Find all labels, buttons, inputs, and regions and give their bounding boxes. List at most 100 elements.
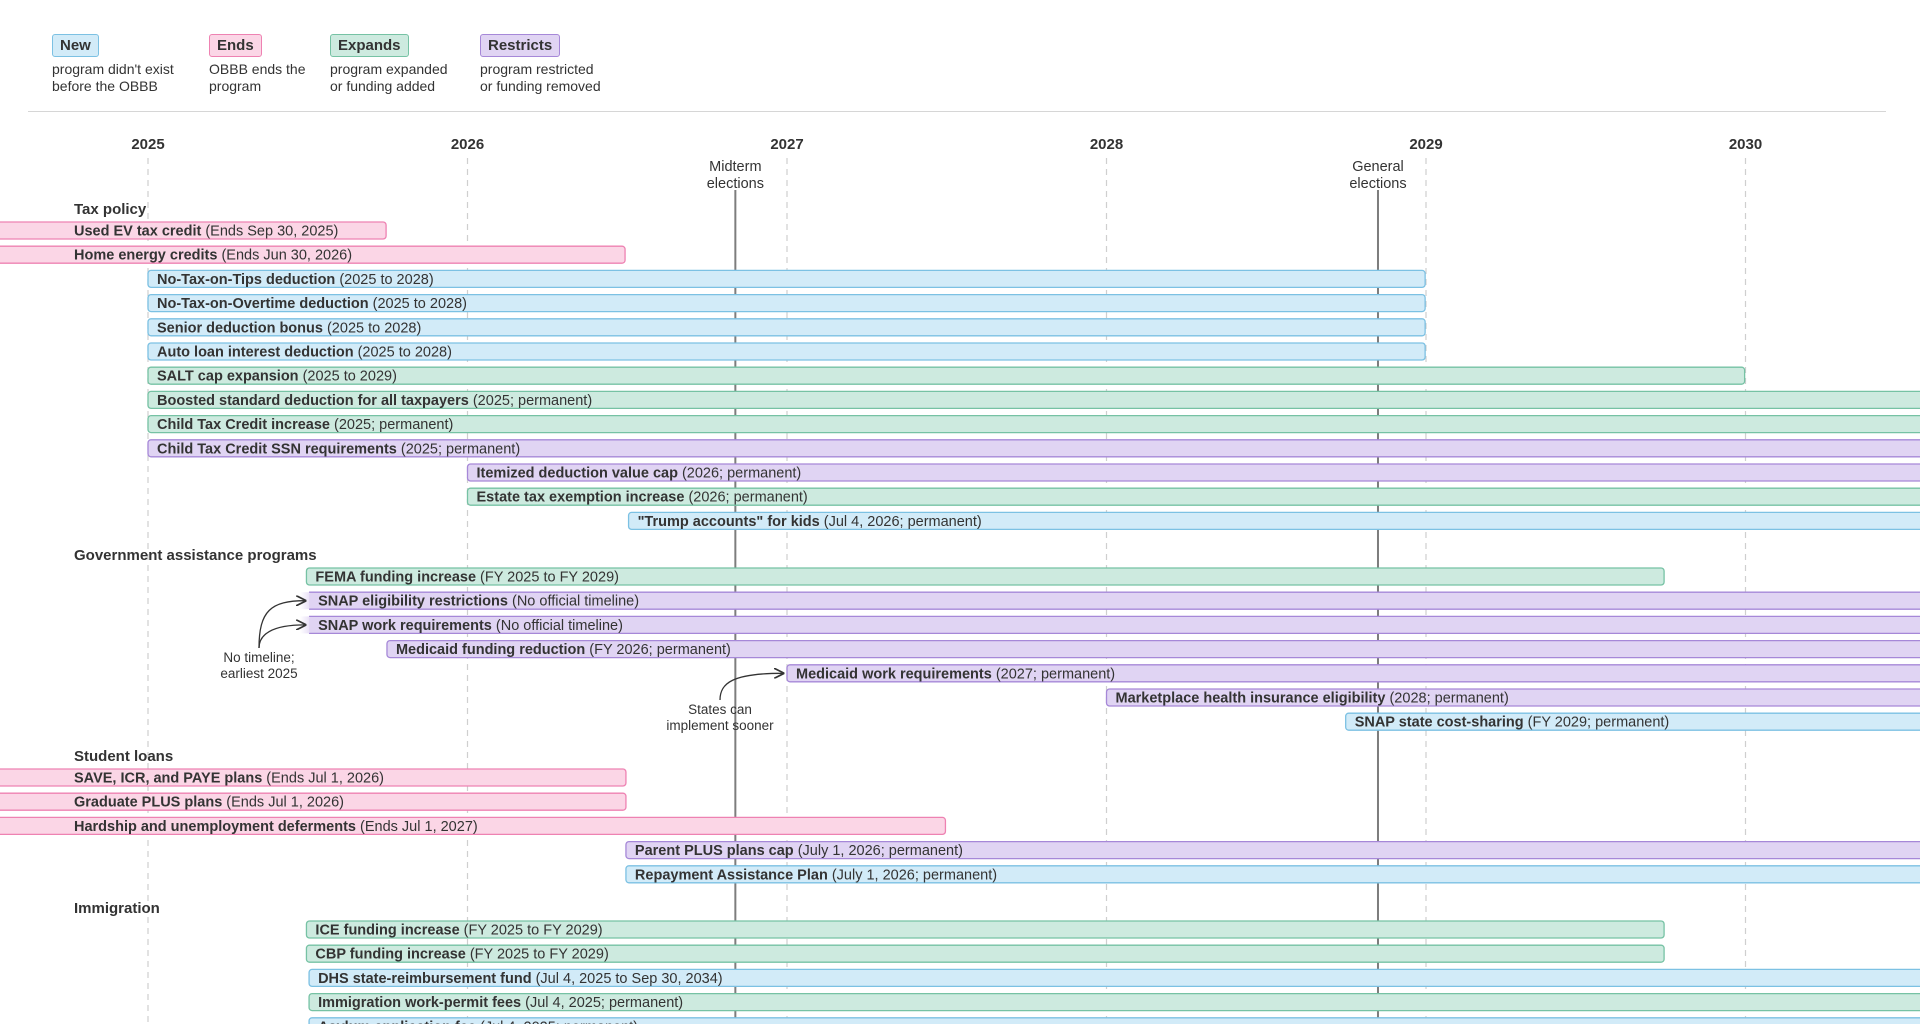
bar-detail-2-3: (July 1, 2026; permanent)	[794, 843, 963, 859]
bar-name-3-3: Immigration work-permit fees	[318, 995, 521, 1011]
bar-0-5: Auto loan interest deduction (2025 to 20…	[147, 342, 1426, 361]
bar-detail-0-4: (2025 to 2028)	[323, 320, 421, 336]
bar-detail-2-2: (Ends Jul 1, 2027)	[356, 819, 478, 835]
year-tick-2027: 2027	[770, 136, 803, 153]
bar-label-0-12: "Trump accounts" for kids (Jul 4, 2026; …	[638, 514, 982, 530]
bar-2-2: Hardship and unemployment deferments (En…	[0, 816, 947, 836]
bar-detail-0-1: (Ends Jun 30, 2026)	[217, 248, 352, 264]
bar-0-0: Used EV tax credit (Ends Sep 30, 2025)	[0, 221, 387, 240]
bar-detail-2-0: (Ends Jul 1, 2026)	[262, 771, 384, 787]
section-title-3: Immigration	[74, 900, 160, 917]
bar-name-0-6: SALT cap expansion	[157, 369, 299, 385]
bar-detail-0-6: (2025 to 2029)	[299, 369, 397, 385]
event-label-0: Midterm elections	[707, 159, 764, 192]
bar-0-7: Boosted standard deduction for all taxpa…	[147, 390, 1920, 410]
bar-label-0-7: Boosted standard deduction for all taxpa…	[157, 393, 592, 409]
year-tick-2026: 2026	[451, 136, 484, 153]
annotation-arrow-1-0	[719, 673, 783, 701]
bar-detail-2-4: (July 1, 2026; permanent)	[828, 867, 997, 883]
bar-name-2-1: Graduate PLUS plans	[74, 795, 222, 811]
bar-detail-3-2: (Jul 4, 2025 to Sep 30, 2034)	[532, 971, 723, 987]
bar-detail-0-8: (2025; permanent)	[330, 417, 453, 433]
bar-name-0-1: Home energy credits	[74, 248, 217, 264]
bar-detail-0-7: (2025; permanent)	[469, 393, 592, 409]
bar-detail-0-5: (2025 to 2028)	[354, 345, 452, 361]
bar-label-0-0: Used EV tax credit (Ends Sep 30, 2025)	[74, 224, 338, 240]
bar-3-0: ICE funding increase (FY 2025 to FY 2029…	[305, 920, 1665, 939]
bar-detail-1-1: (No official timeline)	[508, 594, 639, 610]
bar-name-1-5: Marketplace health insurance eligibility	[1116, 691, 1386, 707]
bar-detail-0-12: (Jul 4, 2026; permanent)	[820, 514, 982, 530]
bar-1-4: Medicaid work requirements (2027; perman…	[786, 664, 1920, 683]
bar-detail-1-4: (2027; permanent)	[992, 666, 1115, 682]
bar-name-1-6: SNAP state cost-sharing	[1355, 715, 1524, 731]
bar-name-3-1: CBP funding increase	[315, 947, 465, 963]
bar-0-10: Itemized deduction value cap (2026; perm…	[466, 463, 1920, 482]
bar-3-3: Immigration work-permit fees (Jul 4, 202…	[308, 992, 1920, 1012]
bar-detail-1-5: (2028; permanent)	[1385, 691, 1508, 707]
bar-label-0-4: Senior deduction bonus (2025 to 2028)	[157, 320, 421, 336]
bar-2-4: Repayment Assistance Plan (July 1, 2026;…	[625, 865, 1920, 884]
bar-0-11: Estate tax exemption increase (2026; per…	[466, 487, 1920, 506]
bar-label-3-2: DHS state-reimbursement fund (Jul 4, 202…	[318, 971, 723, 987]
bar-0-2: No-Tax-on-Tips deduction (2025 to 2028)	[147, 269, 1426, 289]
bar-detail-3-3: (Jul 4, 2025; permanent)	[521, 995, 683, 1011]
bar-label-0-5: Auto loan interest deduction (2025 to 20…	[157, 345, 452, 361]
bar-name-3-2: DHS state-reimbursement fund	[318, 971, 532, 987]
bar-detail-0-11: (2026; permanent)	[684, 490, 807, 506]
section-title-2: Student loans	[74, 748, 173, 765]
bar-detail-0-10: (2026; permanent)	[678, 466, 801, 482]
bar-label-1-6: SNAP state cost-sharing (FY 2029; perman…	[1355, 715, 1670, 731]
bar-detail-1-3: (FY 2026; permanent)	[585, 642, 731, 658]
bar-label-1-4: Medicaid work requirements (2027; perman…	[796, 666, 1115, 682]
bar-0-6: SALT cap expansion (2025 to 2029)	[147, 366, 1746, 385]
bar-label-3-0: ICE funding increase (FY 2025 to FY 2029…	[315, 923, 602, 939]
bar-name-2-0: SAVE, ICR, and PAYE plans	[74, 771, 262, 787]
bar-label-0-3: No-Tax-on-Overtime deduction (2025 to 20…	[157, 296, 467, 312]
bar-name-0-0: Used EV tax credit	[74, 224, 201, 240]
bar-label-0-9: Child Tax Credit SSN requirements (2025;…	[157, 441, 520, 457]
bar-0-8: Child Tax Credit increase (2025; permane…	[147, 414, 1920, 434]
bar-name-3-0: ICE funding increase	[315, 923, 459, 939]
bar-name-0-12: "Trump accounts" for kids	[638, 514, 820, 530]
bar-1-6: SNAP state cost-sharing (FY 2029; perman…	[1345, 712, 1920, 731]
bar-label-0-6: SALT cap expansion (2025 to 2029)	[157, 369, 397, 385]
bar-label-0-8: Child Tax Credit increase (2025; permane…	[157, 417, 453, 433]
bar-name-0-9: Child Tax Credit SSN requirements	[157, 441, 397, 457]
bar-label-0-1: Home energy credits (Ends Jun 30, 2026)	[74, 248, 352, 264]
bar-name-0-5: Auto loan interest deduction	[157, 345, 354, 361]
bar-name-2-4: Repayment Assistance Plan	[635, 867, 828, 883]
year-tick-2028: 2028	[1090, 136, 1123, 153]
annotation-1: States can implement sooner	[666, 702, 774, 733]
bar-label-2-1: Graduate PLUS plans (Ends Jul 1, 2026)	[74, 795, 344, 811]
year-tick-2025: 2025	[131, 136, 164, 153]
bar-detail-3-4: (Jul 4, 2025; permanent)	[476, 1019, 638, 1024]
bar-label-3-1: CBP funding increase (FY 2025 to FY 2029…	[315, 947, 608, 963]
bar-detail-3-0: (FY 2025 to FY 2029)	[460, 923, 603, 939]
bar-label-2-4: Repayment Assistance Plan (July 1, 2026;…	[635, 867, 997, 883]
bar-detail-1-0: (FY 2025 to FY 2029)	[476, 570, 619, 586]
bar-1-0: FEMA funding increase (FY 2025 to FY 202…	[305, 567, 1665, 586]
bar-name-1-0: FEMA funding increase	[315, 570, 476, 586]
bar-label-3-3: Immigration work-permit fees (Jul 4, 202…	[318, 995, 683, 1011]
bar-label-0-10: Itemized deduction value cap (2026; perm…	[477, 466, 802, 482]
event-label-1: General elections	[1349, 159, 1406, 192]
year-tick-2030: 2030	[1729, 136, 1762, 153]
bar-detail-0-3: (2025 to 2028)	[369, 296, 467, 312]
bar-label-1-5: Marketplace health insurance eligibility…	[1116, 691, 1509, 707]
bar-name-0-7: Boosted standard deduction for all taxpa…	[157, 393, 469, 409]
bar-name-1-2: SNAP work requirements	[318, 618, 492, 634]
bar-detail-2-1: (Ends Jul 1, 2026)	[222, 795, 344, 811]
annotation-arrow-0-0	[258, 601, 305, 649]
timeline-chart: 2025 2026 2027 2028 2029 2030 Midterm election…	[0, 136, 1920, 1024]
bar-name-0-11: Estate tax exemption increase	[477, 490, 685, 506]
bar-detail-1-2: (No official timeline)	[492, 618, 623, 634]
bar-name-0-8: Child Tax Credit increase	[157, 417, 330, 433]
bar-label-0-2: No-Tax-on-Tips deduction (2025 to 2028)	[157, 272, 434, 288]
bar-detail-0-9: (2025; permanent)	[397, 441, 520, 457]
year-tick-2029: 2029	[1409, 136, 1442, 153]
bar-name-3-4: Asylum application fee	[318, 1019, 476, 1024]
section-title-0: Tax policy	[74, 201, 147, 218]
bar-1-1: SNAP eligibility restrictions (No offici…	[300, 591, 1920, 610]
bar-name-2-3: Parent PLUS plans cap	[635, 843, 794, 859]
